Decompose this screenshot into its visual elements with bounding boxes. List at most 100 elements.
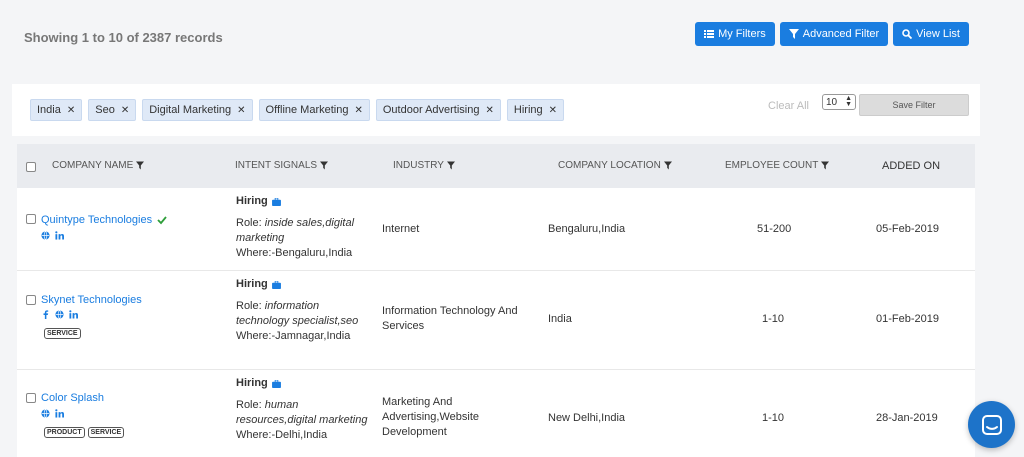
globe-icon[interactable]: [41, 231, 50, 240]
location-cell: Bengaluru,India: [548, 223, 626, 235]
signal-role: Role: human resources,digital marketing: [236, 398, 371, 428]
table-row: Color Splash PRODUCT SERVICE Hiring Role…: [17, 370, 975, 457]
filter-chip[interactable]: Seo ✕: [88, 99, 137, 121]
column-label: COMPANY NAME: [52, 160, 134, 171]
company-tags: PRODUCT SERVICE: [44, 427, 125, 438]
linkedin-icon[interactable]: [55, 409, 64, 418]
signal-title-text: Hiring: [236, 377, 268, 389]
filter-chip-label: Digital Marketing: [149, 104, 232, 116]
filter-chip[interactable]: India ✕: [30, 99, 83, 121]
my-filters-label: My Filters: [718, 28, 766, 40]
signal-title: Hiring: [236, 194, 371, 209]
filter-chip-label: India: [37, 104, 61, 116]
intent-signals: Hiring Role: human resources,digital mar…: [236, 376, 371, 443]
remove-chip-icon[interactable]: ✕: [354, 105, 362, 116]
remove-chip-icon[interactable]: ✕: [67, 105, 75, 116]
filter-icon: [821, 161, 830, 170]
remove-chip-icon[interactable]: ✕: [549, 105, 557, 116]
signal-role: Role: inside sales,digital marketing: [236, 216, 371, 246]
role-label: Role:: [236, 399, 265, 411]
company-tags: SERVICE: [44, 328, 81, 339]
view-list-label: View List: [916, 28, 960, 40]
filter-chip-label: Hiring: [513, 104, 543, 116]
companies-table: COMPANY NAME INTENT SIGNALS INDUSTRY COM…: [17, 144, 975, 457]
filter-icon: [788, 29, 799, 39]
company-name: Quintype Technologies: [41, 214, 153, 226]
globe-icon[interactable]: [41, 409, 50, 418]
signal-title: Hiring: [236, 376, 371, 391]
verified-check-icon: [157, 216, 167, 225]
chat-icon: [981, 414, 1002, 435]
added-on-cell: 05-Feb-2019: [876, 223, 939, 235]
location-cell: New Delhi,India: [548, 412, 626, 424]
column-header-location[interactable]: COMPANY LOCATION: [558, 160, 672, 171]
employee-count-cell: 51-200: [757, 223, 792, 235]
active-filters-bar: India ✕ Seo ✕ Digital Marketing ✕ Offline M…: [12, 84, 980, 136]
row-checkbox[interactable]: [26, 393, 36, 403]
table-row: Skynet Technologies SERVICE Hiring Role:…: [17, 271, 975, 370]
company-name-link[interactable]: Skynet Technologies: [41, 294, 142, 306]
signal-role: Role: information technology specialist,…: [236, 299, 371, 329]
filter-chip[interactable]: Digital Marketing ✕: [142, 99, 253, 121]
column-header-intent-signals[interactable]: INTENT SIGNALS: [235, 160, 329, 171]
filter-chip-label: Seo: [95, 104, 115, 116]
product-tag: PRODUCT: [44, 427, 85, 438]
employee-count-cell: 1-10: [762, 313, 785, 325]
facebook-icon[interactable]: [41, 310, 50, 319]
service-tag: SERVICE: [87, 427, 125, 438]
filter-chip-label: Outdoor Advertising: [382, 104, 480, 116]
globe-icon[interactable]: [55, 310, 64, 319]
filter-icon: [136, 161, 145, 170]
remove-chip-icon[interactable]: ✕: [121, 105, 129, 116]
signal-title: Hiring: [236, 277, 371, 292]
page-size-select[interactable]: 10 ▲ ▼: [822, 94, 856, 110]
remove-chip-icon[interactable]: ✕: [237, 105, 245, 116]
role-label: Role:: [236, 300, 265, 312]
my-filters-button[interactable]: My Filters: [695, 22, 775, 46]
filter-chip-label: Offline Marketing: [265, 104, 349, 116]
filter-chip[interactable]: Hiring ✕: [506, 99, 565, 121]
advanced-filter-button[interactable]: Advanced Filter: [779, 22, 889, 46]
signal-where: Where:-Delhi,India: [236, 429, 328, 441]
column-header-industry[interactable]: INDUSTRY: [393, 160, 455, 171]
filter-chip[interactable]: Offline Marketing ✕: [258, 99, 370, 121]
intent-signals: Hiring Role: information technology spec…: [236, 277, 371, 344]
search-icon: [902, 29, 913, 39]
save-filter-button[interactable]: Save Filter: [859, 94, 969, 116]
service-tag: SERVICE: [44, 328, 81, 339]
added-on-cell: 01-Feb-2019: [876, 313, 939, 325]
company-name-link[interactable]: Quintype Technologies: [41, 214, 167, 226]
briefcase-icon: [271, 280, 281, 289]
top-actions: My Filters Advanced Filter View List: [695, 22, 969, 46]
records-count: Showing 1 to 10 of 2387 records: [24, 30, 223, 45]
row-checkbox[interactable]: [26, 214, 36, 224]
added-on-cell: 28-Jan-2019: [876, 412, 938, 424]
industry-cell: Marketing And Advertising,Website Develo…: [382, 396, 480, 438]
column-header-company[interactable]: COMPANY NAME: [52, 160, 145, 171]
clear-all-link[interactable]: Clear All: [768, 100, 809, 112]
filter-icon: [446, 161, 455, 170]
company-name-link[interactable]: Color Splash: [41, 392, 104, 404]
table-row: Quintype Technologies Hiring Role: insid…: [17, 188, 975, 271]
remove-chip-icon[interactable]: ✕: [486, 105, 494, 116]
social-links: [41, 409, 64, 418]
column-header-employee-count[interactable]: EMPLOYEE COUNT: [725, 160, 830, 171]
column-label: EMPLOYEE COUNT: [725, 160, 819, 171]
table-header: COMPANY NAME INTENT SIGNALS INDUSTRY COM…: [17, 144, 975, 188]
select-all-checkbox[interactable]: [26, 162, 36, 172]
row-checkbox[interactable]: [26, 295, 36, 305]
list-icon: [704, 30, 715, 38]
linkedin-icon[interactable]: [55, 231, 64, 240]
role-label: Role:: [236, 217, 265, 229]
location-cell: India: [548, 313, 572, 325]
column-label: ADDED ON: [882, 160, 941, 172]
filter-chip[interactable]: Outdoor Advertising ✕: [375, 99, 501, 121]
linkedin-icon[interactable]: [69, 310, 78, 319]
signal-title-text: Hiring: [236, 278, 268, 290]
chat-launcher-button[interactable]: [968, 401, 1015, 448]
view-list-button[interactable]: View List: [893, 22, 969, 46]
industry-cell: Internet: [382, 223, 420, 235]
column-label: INTENT SIGNALS: [235, 160, 318, 171]
signal-title-text: Hiring: [236, 195, 268, 207]
column-header-added-on[interactable]: ADDED ON: [882, 160, 940, 172]
